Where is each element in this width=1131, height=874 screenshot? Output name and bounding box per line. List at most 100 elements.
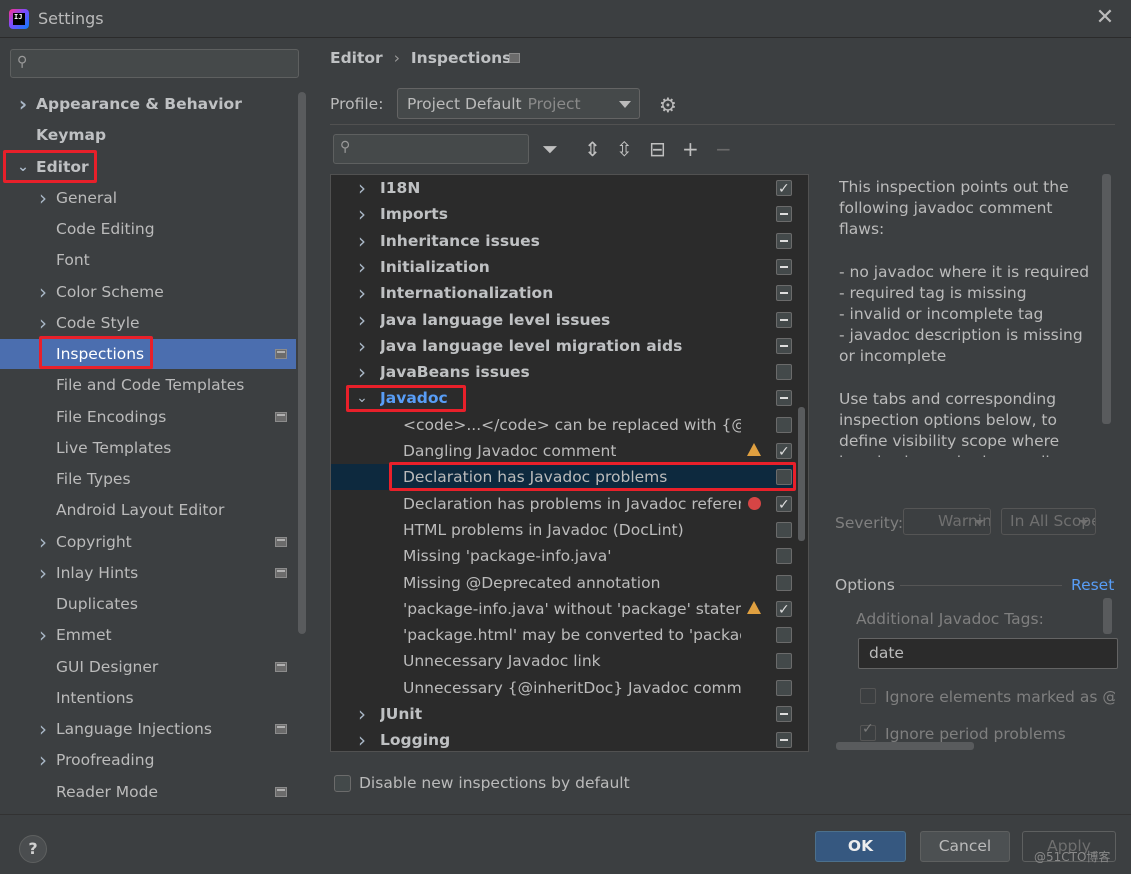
scope-dropdown[interactable]: In All Scopes <box>1001 508 1096 535</box>
sidebar-item-gui-designer[interactable]: GUI Designer <box>0 652 296 682</box>
chevron-right-icon[interactable]: › <box>355 359 369 385</box>
description-scrollbar[interactable] <box>1102 174 1111 424</box>
inspection-checkbox[interactable] <box>776 312 792 328</box>
sidebar-item-appearance-behavior[interactable]: › Appearance & Behavior <box>0 89 296 119</box>
inspection-row[interactable]: Dangling Javadoc comment <box>331 438 793 465</box>
chevron-down-icon[interactable]: ⌄ <box>355 385 369 411</box>
chevron-down-icon[interactable]: ⌄ <box>16 152 30 182</box>
inspection-row[interactable]: 'package.html' may be converted to 'pack… <box>331 622 793 648</box>
options-scrollbar-vertical[interactable] <box>1103 598 1112 634</box>
inspection-row[interactable]: Missing 'package-info.java' <box>331 543 793 569</box>
chevron-right-icon[interactable]: › <box>355 175 369 201</box>
sidebar-item-inspections[interactable]: Inspections <box>0 339 296 369</box>
inspection-checkbox[interactable] <box>776 233 792 249</box>
inspection-checkbox[interactable] <box>776 206 792 222</box>
inspection-checkbox[interactable] <box>776 469 792 485</box>
inspection-checkbox[interactable] <box>776 338 792 354</box>
inspection-row[interactable]: Unnecessary {@inheritDoc} Javadoc commen… <box>331 675 793 701</box>
ok-button[interactable]: OK <box>815 831 906 862</box>
inspection-row[interactable]: HTML problems in Javadoc (DocLint) <box>331 517 793 543</box>
inspection-checkbox[interactable] <box>776 439 792 465</box>
chevron-right-icon[interactable]: › <box>36 527 50 557</box>
chevron-right-icon[interactable]: › <box>355 228 369 254</box>
inspection-group-row[interactable]: › Imports <box>331 201 793 227</box>
inspection-checkbox[interactable] <box>776 364 792 380</box>
chevron-right-icon[interactable]: › <box>36 558 50 588</box>
ignore-period-checkbox[interactable] <box>860 721 876 741</box>
sidebar-item-copyright[interactable]: › Copyright <box>0 527 296 557</box>
sidebar-item-file-encodings[interactable]: File Encodings <box>0 402 296 432</box>
inspection-checkbox[interactable] <box>776 680 792 696</box>
expand-all-icon[interactable]: ⇕ <box>584 138 601 160</box>
inspection-group-row[interactable]: › I18N <box>331 175 793 202</box>
sidebar-item-keymap[interactable]: Keymap <box>0 120 296 150</box>
inspection-group-row[interactable]: › Java language level issues <box>331 307 793 333</box>
close-icon[interactable]: ✕ <box>1095 7 1115 29</box>
inspection-checkbox[interactable] <box>776 732 792 748</box>
inspection-group-row[interactable]: › Internationalization <box>331 280 793 306</box>
additional-tags-field[interactable]: date <box>858 638 1118 669</box>
chevron-right-icon[interactable]: › <box>355 333 369 359</box>
sidebar-item-live-templates[interactable]: Live Templates <box>0 433 296 463</box>
chevron-right-icon[interactable]: › <box>355 201 369 227</box>
sidebar-item-proofreading[interactable]: › Proofreading <box>0 745 296 775</box>
inspection-group-row[interactable]: › JavaBeans issues <box>331 359 793 385</box>
settings-search-input[interactable]: ⚲ <box>10 49 299 78</box>
sidebar-item-file-types[interactable]: File Types <box>0 464 296 494</box>
inspection-checkbox[interactable] <box>776 706 792 722</box>
breadcrumb-editor[interactable]: Editor <box>330 49 383 67</box>
sidebar-item-android-layout-editor[interactable]: Android Layout Editor <box>0 495 296 525</box>
inspection-group-row[interactable]: › JUnit <box>331 701 793 727</box>
inspection-group-row[interactable]: › Java language level migration aids <box>331 333 793 359</box>
inspection-row[interactable]: 'package-info.java' without 'package' st… <box>331 596 793 623</box>
chevron-right-icon[interactable]: › <box>16 89 30 119</box>
inspection-checkbox[interactable] <box>776 390 792 406</box>
cancel-button[interactable]: Cancel <box>920 831 1010 862</box>
inspection-checkbox[interactable] <box>776 653 792 669</box>
sidebar-item-code-editing[interactable]: Code Editing <box>0 214 296 244</box>
ignore-deprecated-checkbox[interactable] <box>860 688 876 704</box>
inspection-checkbox[interactable] <box>776 176 792 202</box>
reset-link[interactable]: Reset <box>1071 576 1114 594</box>
inspection-checkbox[interactable] <box>776 522 792 538</box>
sidebar-item-reader-mode[interactable]: Reader Mode <box>0 777 296 807</box>
inspection-checkbox[interactable] <box>776 548 792 564</box>
sidebar-scrollbar[interactable] <box>298 92 306 634</box>
chevron-right-icon[interactable]: › <box>36 277 50 307</box>
filter-icon[interactable]: ⏷ <box>542 138 558 160</box>
chevron-right-icon[interactable]: › <box>36 714 50 744</box>
chevron-right-icon[interactable]: › <box>355 701 369 727</box>
help-button[interactable]: ? <box>19 835 47 863</box>
sidebar-item-general[interactable]: › General <box>0 183 296 213</box>
chevron-right-icon[interactable]: › <box>36 620 50 650</box>
sidebar-item-language-injections[interactable]: › Language Injections <box>0 714 296 744</box>
sidebar-item-code-style[interactable]: › Code Style <box>0 308 296 338</box>
inspection-checkbox[interactable] <box>776 627 792 643</box>
reset-to-empty-icon[interactable]: ⊟ <box>649 138 666 160</box>
inspection-row[interactable]: <code>...</code> can be replaced with {@… <box>331 412 793 438</box>
sidebar-item-font[interactable]: Font <box>0 245 296 275</box>
inspection-group-row[interactable]: › Logging <box>331 727 793 751</box>
sidebar-item-file-and-code-templates[interactable]: File and Code Templates <box>0 370 296 400</box>
inspection-checkbox[interactable] <box>776 417 792 433</box>
tree-scrollbar[interactable] <box>798 407 805 541</box>
chevron-right-icon[interactable]: › <box>355 280 369 306</box>
sidebar-item-duplicates[interactable]: Duplicates <box>0 589 296 619</box>
chevron-right-icon[interactable]: › <box>36 745 50 775</box>
chevron-right-icon[interactable]: › <box>36 183 50 213</box>
disable-new-inspections-checkbox[interactable] <box>334 775 351 792</box>
inspection-group-row[interactable]: › Initialization <box>331 254 793 280</box>
sidebar-item-color-scheme[interactable]: › Color Scheme <box>0 277 296 307</box>
inspection-row[interactable]: Missing @Deprecated annotation <box>331 570 793 596</box>
add-icon[interactable]: + <box>682 138 699 160</box>
sidebar-item-inlay-hints[interactable]: › Inlay Hints <box>0 558 296 588</box>
inspection-row[interactable]: Declaration has problems in Javadoc refe… <box>331 491 793 518</box>
inspection-checkbox[interactable] <box>776 597 792 623</box>
chevron-right-icon[interactable]: › <box>355 727 369 751</box>
options-scrollbar-horizontal[interactable] <box>836 742 974 750</box>
sidebar-item-intentions[interactable]: Intentions <box>0 683 296 713</box>
sidebar-item-emmet[interactable]: › Emmet <box>0 620 296 650</box>
sidebar-item-editor[interactable]: ⌄ Editor <box>0 152 296 182</box>
inspection-checkbox[interactable] <box>776 492 792 518</box>
inspection-search-input[interactable]: ⚲ <box>333 134 529 164</box>
